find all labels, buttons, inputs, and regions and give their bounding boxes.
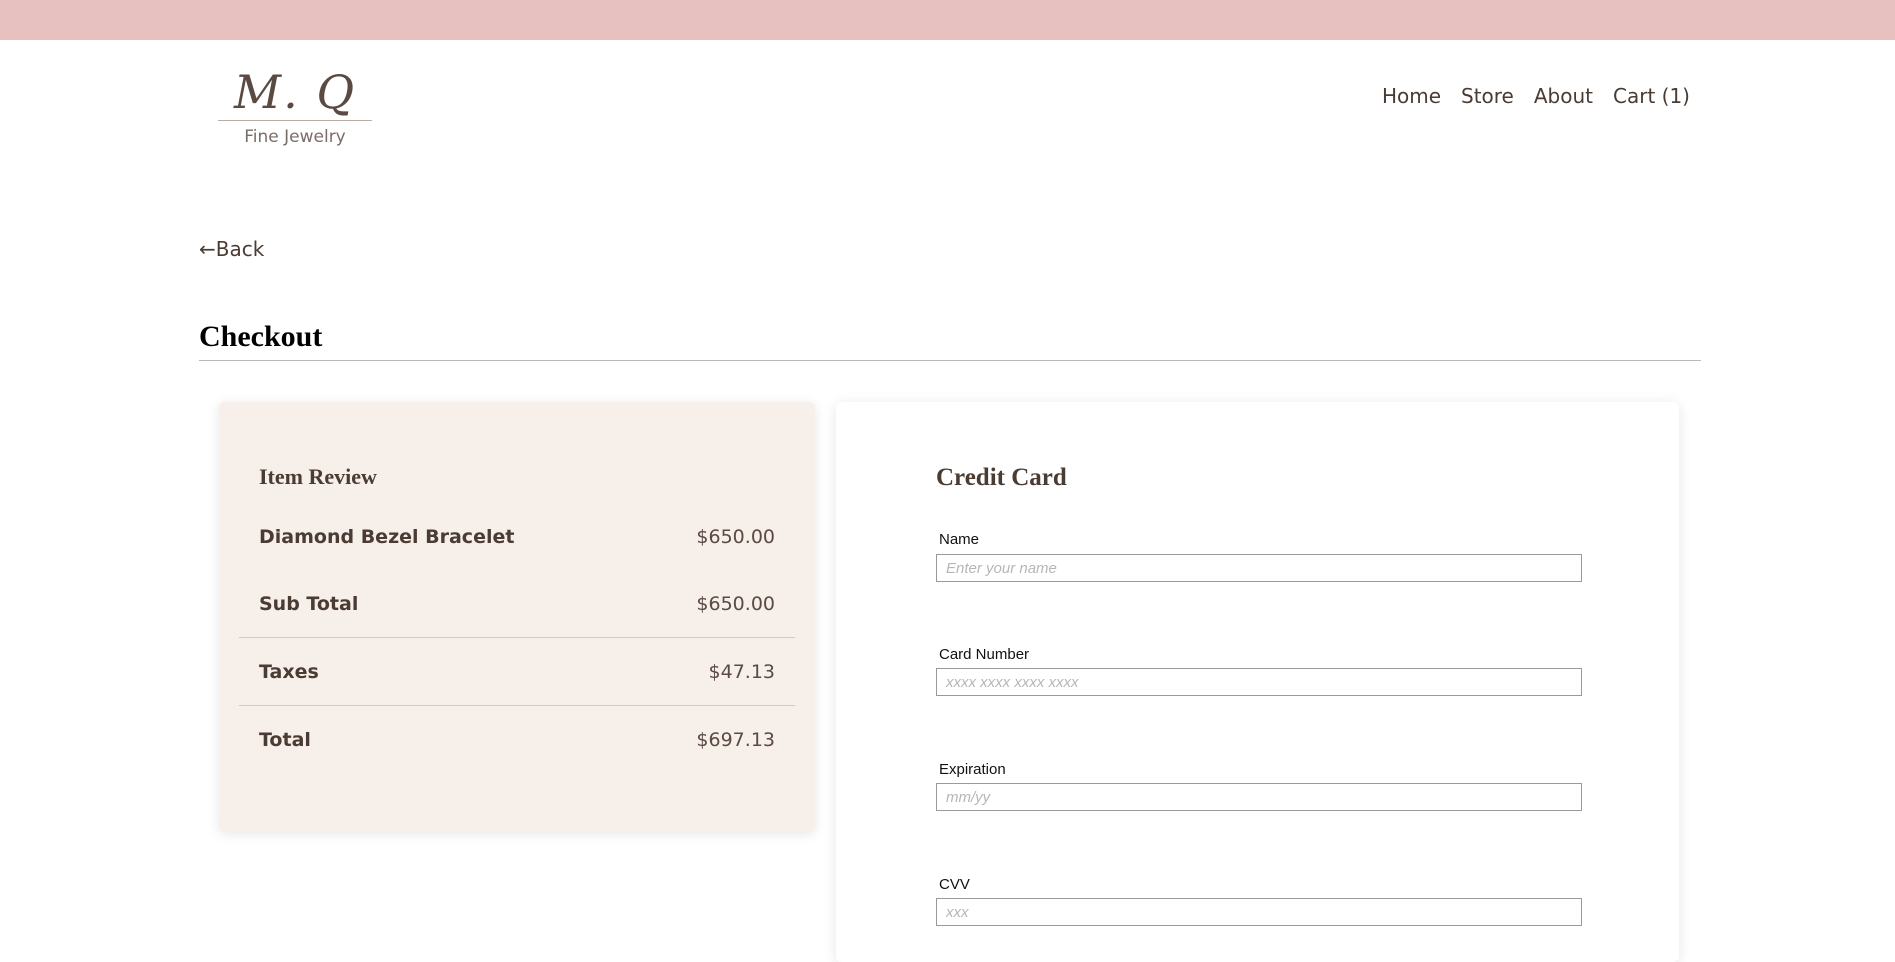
total-label: Total [259, 729, 311, 751]
item-name: Diamond Bezel Bracelet [259, 526, 515, 548]
brand-logo[interactable]: M. Q Fine Jewelry [218, 66, 372, 148]
name-label: Name [939, 531, 980, 548]
credit-card-form: Credit Card Name Card Number Expiration … [836, 402, 1679, 962]
item-review-title: Item Review [259, 464, 377, 489]
main-nav: Home Store About Cart (1) [1382, 84, 1690, 108]
top-banner [0, 0, 1895, 40]
subtotal-row: Sub Total $650.00 [259, 593, 775, 615]
logo-subtitle: Fine Jewelry [244, 127, 346, 147]
expiration-input[interactable] [936, 783, 1582, 811]
nav-home-link[interactable]: Home [1382, 84, 1441, 108]
card-number-input[interactable] [936, 668, 1582, 696]
subtotal-value: $650.00 [696, 593, 775, 615]
item-review-card: Item Review Diamond Bezel Bracelet $650.… [219, 402, 815, 832]
page-title: Checkout [199, 320, 323, 353]
back-link[interactable]: ←Back [199, 237, 264, 261]
credit-card-title: Credit Card [936, 464, 1067, 491]
total-row: Total $697.13 [259, 729, 775, 751]
logo-mark: M. Q [233, 65, 357, 119]
review-divider [239, 637, 795, 638]
cvv-input[interactable] [936, 898, 1582, 926]
nav-store-link[interactable]: Store [1461, 84, 1514, 108]
nav-cart-link[interactable]: Cart (1) [1613, 84, 1690, 108]
cvv-label: CVV [939, 876, 970, 893]
nav-about-link[interactable]: About [1534, 84, 1593, 108]
review-divider [239, 705, 795, 706]
taxes-label: Taxes [259, 661, 319, 683]
card-number-label: Card Number [939, 646, 1030, 663]
item-price: $650.00 [696, 526, 775, 548]
review-item-row: Diamond Bezel Bracelet $650.00 [259, 526, 775, 548]
taxes-value: $47.13 [708, 661, 775, 683]
subtotal-label: Sub Total [259, 593, 359, 615]
logo-divider [218, 120, 372, 121]
title-divider [199, 360, 1701, 361]
expiration-label: Expiration [939, 761, 1006, 778]
total-value: $697.13 [696, 729, 775, 751]
taxes-row: Taxes $47.13 [259, 661, 775, 683]
name-input[interactable] [936, 554, 1582, 582]
